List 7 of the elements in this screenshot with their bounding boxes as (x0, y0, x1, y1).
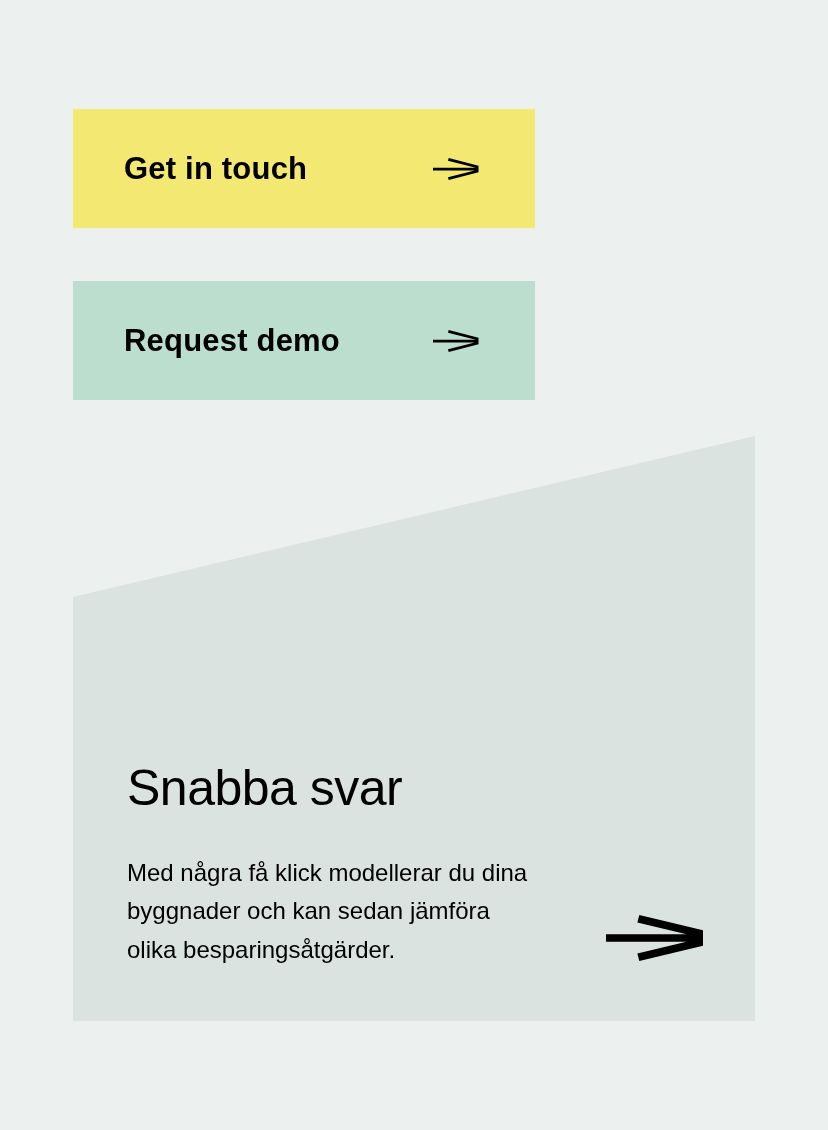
arrow-icon (433, 329, 479, 352)
arrow-icon[interactable] (606, 915, 703, 961)
arrow-icon (433, 157, 479, 180)
card-description: Med några få klick modellerar du dina byggnader och kan sedan jämföra olika besparingsåtgärder. (127, 857, 529, 965)
card-title: Snabba svar (127, 759, 403, 816)
cta-button[interactable]: Get in touch (73, 109, 535, 228)
cta-button[interactable]: Request demo (73, 281, 535, 400)
